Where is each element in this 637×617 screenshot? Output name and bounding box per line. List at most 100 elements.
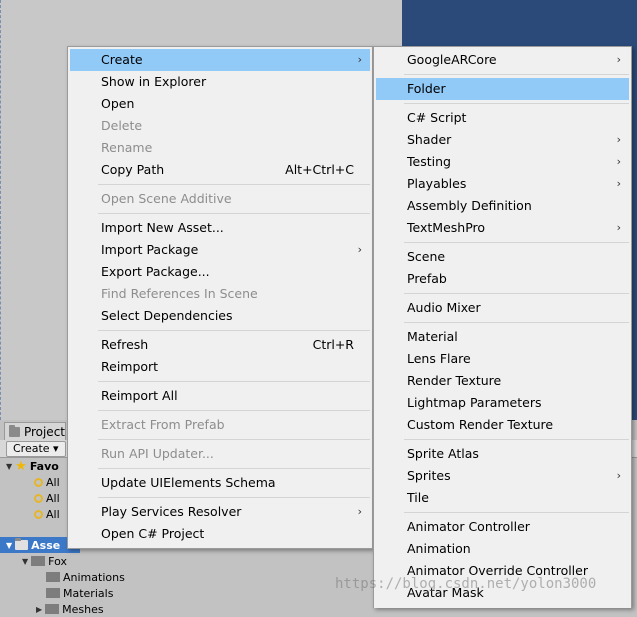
menu-item-select-dependencies[interactable]: Select Dependencies	[70, 305, 370, 327]
menu-item-label: Refresh	[101, 337, 149, 352]
menu-separator	[404, 322, 629, 323]
menu-item-extract-from-prefab[interactable]: Extract From Prefab	[70, 414, 370, 436]
menu-item-label: Animation	[407, 541, 471, 556]
chevron-right-icon: ›	[357, 53, 362, 66]
menu-item-play-services-resolver[interactable]: Play Services Resolver ›	[70, 501, 370, 523]
expand-arrow-icon[interactable]: ▼	[6, 462, 12, 471]
folder-icon	[15, 538, 29, 550]
favorites-label: Favo	[29, 459, 59, 473]
submenu-item-material[interactable]: Material	[376, 326, 629, 348]
menu-item-export-package[interactable]: Export Package...	[70, 261, 370, 283]
shortcut-label: Ctrl+R	[312, 337, 354, 352]
menu-item-label: Copy Path	[101, 162, 165, 177]
chevron-right-icon: ›	[616, 155, 621, 168]
folder-icon	[45, 604, 60, 614]
menu-item-create[interactable]: Create ›	[70, 49, 370, 71]
expand-arrow-icon[interactable]: ▼	[22, 557, 28, 566]
menu-item-update-uielements-schema[interactable]: Update UIElements Schema	[70, 472, 370, 494]
menu-separator	[404, 242, 629, 243]
favorite-item[interactable]: All	[34, 490, 60, 506]
menu-item-run-api-updater[interactable]: Run API Updater...	[70, 443, 370, 465]
submenu-item-render-texture[interactable]: Render Texture	[376, 370, 629, 392]
menu-item-label: TextMeshPro	[407, 220, 486, 235]
menu-item-label: Scene	[407, 249, 446, 264]
menu-item-copy-path[interactable]: Copy Path Alt+Ctrl+C	[70, 159, 370, 181]
fox-folder-row[interactable]: ▼ Fox	[22, 553, 67, 569]
menu-separator	[404, 293, 629, 294]
fox-folder-label: Fox	[48, 554, 67, 568]
submenu-item-animation[interactable]: Animation	[376, 538, 629, 560]
submenu-item-googlearcore[interactable]: GoogleARCore ›	[376, 49, 629, 71]
submenu-item-folder[interactable]: Folder	[376, 78, 629, 100]
menu-item-import-package[interactable]: Import Package ›	[70, 239, 370, 261]
menu-item-label: Prefab	[407, 271, 447, 286]
folder-icon	[31, 556, 46, 566]
menu-item-label: Create	[101, 52, 143, 67]
meshes-folder-row[interactable]: ▶ Meshes	[36, 601, 104, 617]
menu-separator	[404, 103, 629, 104]
submenu-item-custom-render-texture[interactable]: Custom Render Texture	[376, 414, 629, 436]
menu-item-label: Custom Render Texture	[407, 417, 554, 432]
submenu-item-sprite-atlas[interactable]: Sprite Atlas	[376, 443, 629, 465]
menu-item-import-new-asset[interactable]: Import New Asset...	[70, 217, 370, 239]
submenu-item-tile[interactable]: Tile	[376, 487, 629, 509]
chevron-right-icon: ›	[357, 243, 362, 256]
submenu-item-csharp-script[interactable]: C# Script	[376, 107, 629, 129]
expand-arrow-icon[interactable]: ▼	[6, 541, 12, 550]
meshes-folder-label: Meshes	[62, 602, 104, 616]
menu-item-open-scene-additive[interactable]: Open Scene Additive	[70, 188, 370, 210]
menu-item-rename[interactable]: Rename	[70, 137, 370, 159]
context-menu: Create › Show in Explorer Open Delete Ren…	[67, 46, 373, 549]
favorites-row[interactable]: ▼ ★ Favo	[6, 458, 59, 474]
favorite-item[interactable]: All	[34, 506, 60, 522]
menu-item-label: Animator Controller	[407, 519, 530, 534]
submenu-item-assembly-definition[interactable]: Assembly Definition	[376, 195, 629, 217]
watermark: https://blog.csdn.net/yolon3000	[335, 576, 597, 592]
menu-item-delete[interactable]: Delete	[70, 115, 370, 137]
create-dropdown-button[interactable]: Create ▾	[6, 441, 66, 457]
search-icon	[34, 493, 43, 503]
menu-item-refresh[interactable]: Refresh Ctrl+R	[70, 334, 370, 356]
materials-folder-row[interactable]: Materials	[46, 585, 113, 601]
materials-folder-label: Materials	[63, 586, 114, 600]
menu-item-open[interactable]: Open	[70, 93, 370, 115]
submenu-item-animator-controller[interactable]: Animator Controller	[376, 516, 629, 538]
menu-item-label: Reimport	[101, 359, 159, 374]
create-submenu: GoogleARCore › Folder C# Script Shader › T…	[373, 46, 632, 608]
chevron-right-icon: ›	[357, 505, 362, 518]
menu-item-reimport[interactable]: Reimport	[70, 356, 370, 378]
menu-item-label: Reimport All	[101, 388, 178, 403]
star-icon: ★	[15, 458, 27, 474]
menu-item-find-references[interactable]: Find References In Scene	[70, 283, 370, 305]
menu-item-label: Select Dependencies	[101, 308, 233, 323]
favorite-item[interactable]: All	[34, 474, 60, 490]
submenu-item-textmeshpro[interactable]: TextMeshPro ›	[376, 217, 629, 239]
submenu-item-scene[interactable]: Scene	[376, 246, 629, 268]
menu-item-label: Update UIElements Schema	[101, 475, 276, 490]
submenu-item-shader[interactable]: Shader ›	[376, 129, 629, 151]
menu-item-label: Find References In Scene	[101, 286, 258, 301]
menu-separator	[98, 468, 370, 469]
assets-label: Asse	[31, 538, 61, 552]
expand-arrow-icon[interactable]: ▶	[36, 605, 42, 614]
chevron-right-icon: ›	[616, 177, 621, 190]
menu-item-label: Play Services Resolver	[101, 504, 242, 519]
menu-item-show-in-explorer[interactable]: Show in Explorer	[70, 71, 370, 93]
submenu-item-playables[interactable]: Playables ›	[376, 173, 629, 195]
project-tab[interactable]: Project	[4, 422, 66, 440]
menu-item-reimport-all[interactable]: Reimport All	[70, 385, 370, 407]
submenu-item-testing[interactable]: Testing ›	[376, 151, 629, 173]
submenu-item-prefab[interactable]: Prefab	[376, 268, 629, 290]
folder-icon	[9, 424, 20, 437]
menu-item-label: Open Scene Additive	[101, 191, 232, 206]
submenu-item-audio-mixer[interactable]: Audio Mixer	[376, 297, 629, 319]
submenu-item-lightmap-parameters[interactable]: Lightmap Parameters	[376, 392, 629, 414]
menu-item-label: Material	[407, 329, 458, 344]
submenu-item-lens-flare[interactable]: Lens Flare	[376, 348, 629, 370]
chevron-right-icon: ›	[616, 221, 621, 234]
submenu-item-sprites[interactable]: Sprites ›	[376, 465, 629, 487]
menu-item-label: Render Texture	[407, 373, 502, 388]
menu-item-label: Lightmap Parameters	[407, 395, 542, 410]
menu-item-open-csharp-project[interactable]: Open C# Project	[70, 523, 370, 545]
animations-folder-row[interactable]: Animations	[46, 569, 125, 585]
